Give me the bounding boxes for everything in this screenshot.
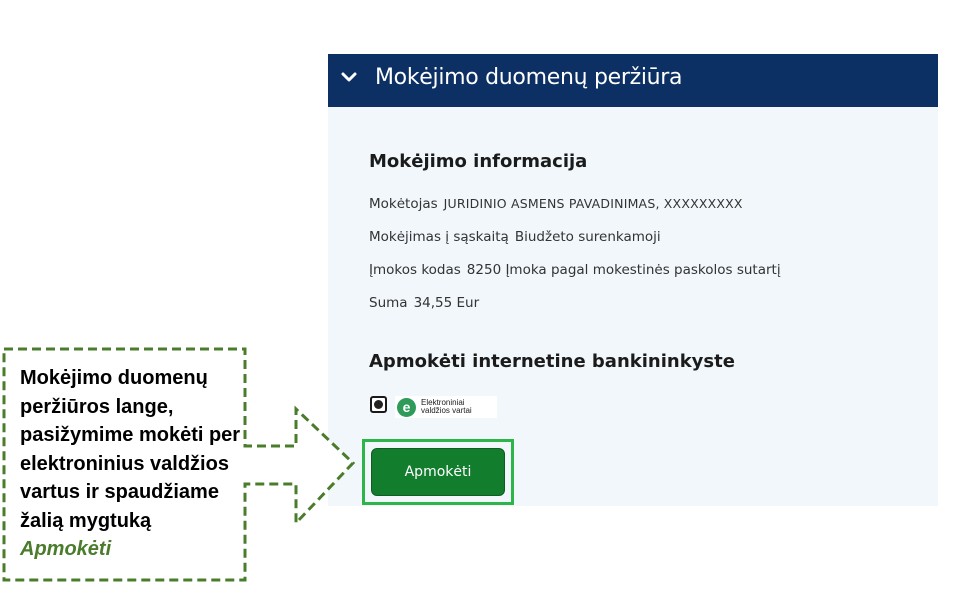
evv-logo-icon: e xyxy=(397,397,416,417)
amount-value: 34,55 Eur xyxy=(413,295,480,311)
payer-value: JURIDINIO ASMENS PAVADINIMAS, XXXXXXXXX xyxy=(443,196,743,211)
payment-review-panel: Mokėjimo duomenų peržiūra Mokėjimo infor… xyxy=(328,54,938,506)
payment-code-value: 8250 Įmoka pagal mokestinės paskolos sut… xyxy=(466,262,781,278)
payment-info-heading: Mokėjimo informacija xyxy=(369,151,588,172)
pay-button[interactable]: Apmokėti xyxy=(371,448,505,496)
account-value: Biudžeto surenkamoji xyxy=(514,229,661,245)
evv-provider-option[interactable]: e Elektroniniai valdžios vartai xyxy=(395,396,497,418)
payer-row: Mokėtojas JURIDINIO ASMENS PAVADINIMAS, X… xyxy=(369,196,743,212)
callout-body: Mokėjimo duomenų peržiūros lange, pasižy… xyxy=(20,367,241,532)
callout-highlight: Apmokėti xyxy=(20,538,112,560)
panel-header[interactable]: Mokėjimo duomenų peržiūra xyxy=(328,54,938,107)
bank-section-heading: Apmokėti internetine bankininkyste xyxy=(369,351,735,372)
payment-code-label: Įmokos kodas xyxy=(369,262,461,278)
panel-title: Mokėjimo duomenų peržiūra xyxy=(375,65,683,90)
payment-code-row: Įmokos kodas 8250 Įmoka pagal mokestinės … xyxy=(369,262,781,278)
payer-label: Mokėtojas xyxy=(369,196,438,212)
pay-button-highlight: Apmokėti xyxy=(362,439,514,505)
evv-logo-text: Elektroniniai valdžios vartai xyxy=(421,397,472,415)
chevron-down-icon[interactable] xyxy=(340,68,358,86)
account-row: Mokėjimas į sąskaitą Biudžeto surenkamoji xyxy=(369,229,661,245)
account-label: Mokėjimas į sąskaitą xyxy=(369,229,509,245)
callout-text: Mokėjimo duomenų peržiūros lange, pasižy… xyxy=(20,364,245,564)
amount-label: Suma xyxy=(369,295,408,311)
amount-row: Suma 34,55 Eur xyxy=(369,295,479,311)
radio-selected-icon[interactable] xyxy=(370,396,387,413)
